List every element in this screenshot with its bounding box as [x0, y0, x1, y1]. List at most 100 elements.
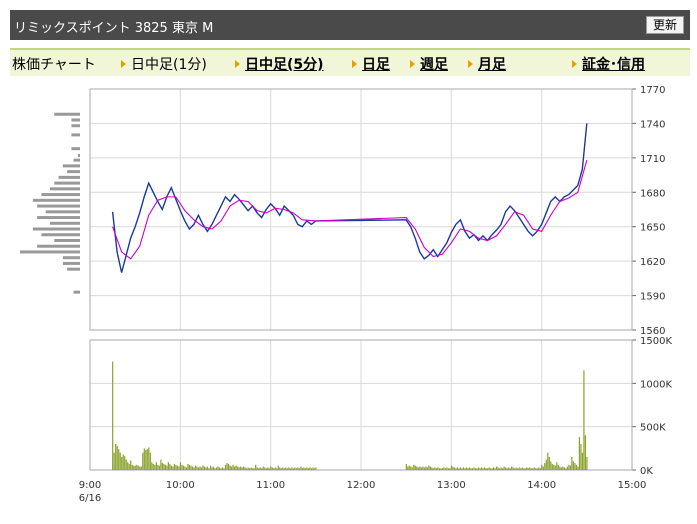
volume-bar: [533, 467, 535, 470]
volume-bar: [170, 465, 172, 470]
price-volume-bar: [32, 227, 80, 231]
volume-bar: [315, 467, 317, 470]
volume-bar: [151, 462, 153, 470]
volume-bar: [414, 465, 416, 470]
price-volume-bar: [73, 158, 80, 162]
volume-bar: [482, 468, 484, 470]
date-label: 6/16: [79, 493, 101, 504]
volume-bar: [273, 468, 275, 470]
volume-bar: [462, 467, 465, 470]
volume-bar: [225, 464, 227, 470]
volume-bar: [459, 467, 462, 470]
price-volume-bar: [62, 164, 80, 168]
volume-bar: [485, 468, 487, 470]
volume-bar: [548, 457, 550, 470]
volume-bar: [554, 465, 556, 470]
volume-bar: [247, 467, 249, 470]
volume-bar: [417, 467, 419, 470]
price-volume-bar: [32, 198, 80, 202]
volume-bar: [444, 468, 447, 470]
volume-bar: [237, 466, 239, 470]
volume-bar: [422, 466, 424, 470]
volume-bar: [539, 468, 541, 470]
volume-bar: [458, 468, 460, 470]
volume-bar: [191, 466, 194, 470]
volume-bar: [173, 463, 176, 470]
volume-bar: [565, 468, 567, 470]
volume-bar: [304, 468, 306, 470]
volume-bar: [566, 466, 568, 470]
volume-bar: [264, 467, 266, 470]
volume-bar: [407, 466, 409, 470]
volume-bar: [410, 466, 412, 470]
volume-bar: [202, 465, 204, 470]
volume-bar: [465, 467, 468, 470]
volume-bar: [486, 468, 489, 470]
volume-bar: [235, 465, 237, 470]
volume-bar: [303, 467, 305, 470]
volume-bar: [179, 462, 182, 470]
volume-bar: [423, 467, 425, 470]
volume-bar: [130, 460, 132, 470]
volume-bar: [523, 468, 525, 470]
volume-bar: [411, 467, 413, 470]
volume-bar: [467, 468, 469, 470]
time-tick-label: 14:00: [527, 480, 556, 491]
volume-bar: [185, 467, 188, 470]
volume-bar: [223, 468, 225, 470]
volume-bar: [197, 467, 200, 470]
volume-bar: [220, 468, 222, 470]
volume-bar: [511, 466, 513, 470]
volume-bar: [461, 468, 463, 470]
price-volume-bar: [20, 250, 80, 254]
volume-bar: [538, 467, 540, 470]
volume-bar: [234, 466, 236, 470]
volume-bar: [193, 467, 195, 470]
volume-bar: [496, 466, 498, 470]
volume-bar: [580, 444, 582, 470]
volume-bar: [169, 463, 171, 470]
price-volume-bar: [62, 256, 80, 260]
volume-bar: [118, 449, 120, 470]
volume-bar: [477, 467, 480, 470]
volume-bar: [226, 463, 228, 470]
price-volume-bar: [37, 204, 80, 208]
volume-bar: [586, 457, 588, 470]
volume-bar: [450, 465, 453, 470]
volume-bar: [148, 447, 150, 470]
volume-bar: [550, 461, 552, 470]
volume-bar: [426, 467, 428, 470]
volume-bar: [256, 467, 258, 470]
volume-bar: [468, 467, 471, 470]
volume-bar: [291, 467, 293, 470]
volume-bar: [505, 467, 507, 470]
volume-bar: [212, 466, 215, 470]
time-tick-label: 12:00: [347, 480, 376, 491]
volume-bar: [310, 468, 313, 470]
volume-bar: [545, 459, 547, 470]
volume-tick-label: 0K: [640, 466, 653, 477]
volume-bar: [297, 467, 299, 470]
volume-bar: [553, 464, 555, 470]
volume-bar: [536, 468, 538, 470]
volume-bar: [280, 468, 282, 470]
time-tick-label: 13:00: [437, 480, 466, 491]
volume-bar: [583, 370, 585, 470]
volume-bar: [449, 468, 451, 470]
volume-bar: [206, 466, 209, 470]
volume-bar: [265, 468, 267, 470]
volume-bar: [122, 454, 124, 470]
volume-bar: [494, 468, 496, 470]
volume-bar: [139, 466, 141, 470]
volume-bar: [437, 467, 439, 470]
volume-bar: [161, 463, 163, 470]
volume-bar: [517, 468, 519, 470]
volume-bar: [438, 468, 440, 470]
volume-bar: [184, 466, 186, 470]
volume-bar: [142, 452, 144, 470]
volume-bar: [282, 467, 284, 470]
volume-bar: [518, 467, 520, 470]
volume-bar: [279, 467, 281, 470]
volume-bar: [488, 467, 490, 470]
price-tick-label: 1770: [640, 85, 665, 96]
